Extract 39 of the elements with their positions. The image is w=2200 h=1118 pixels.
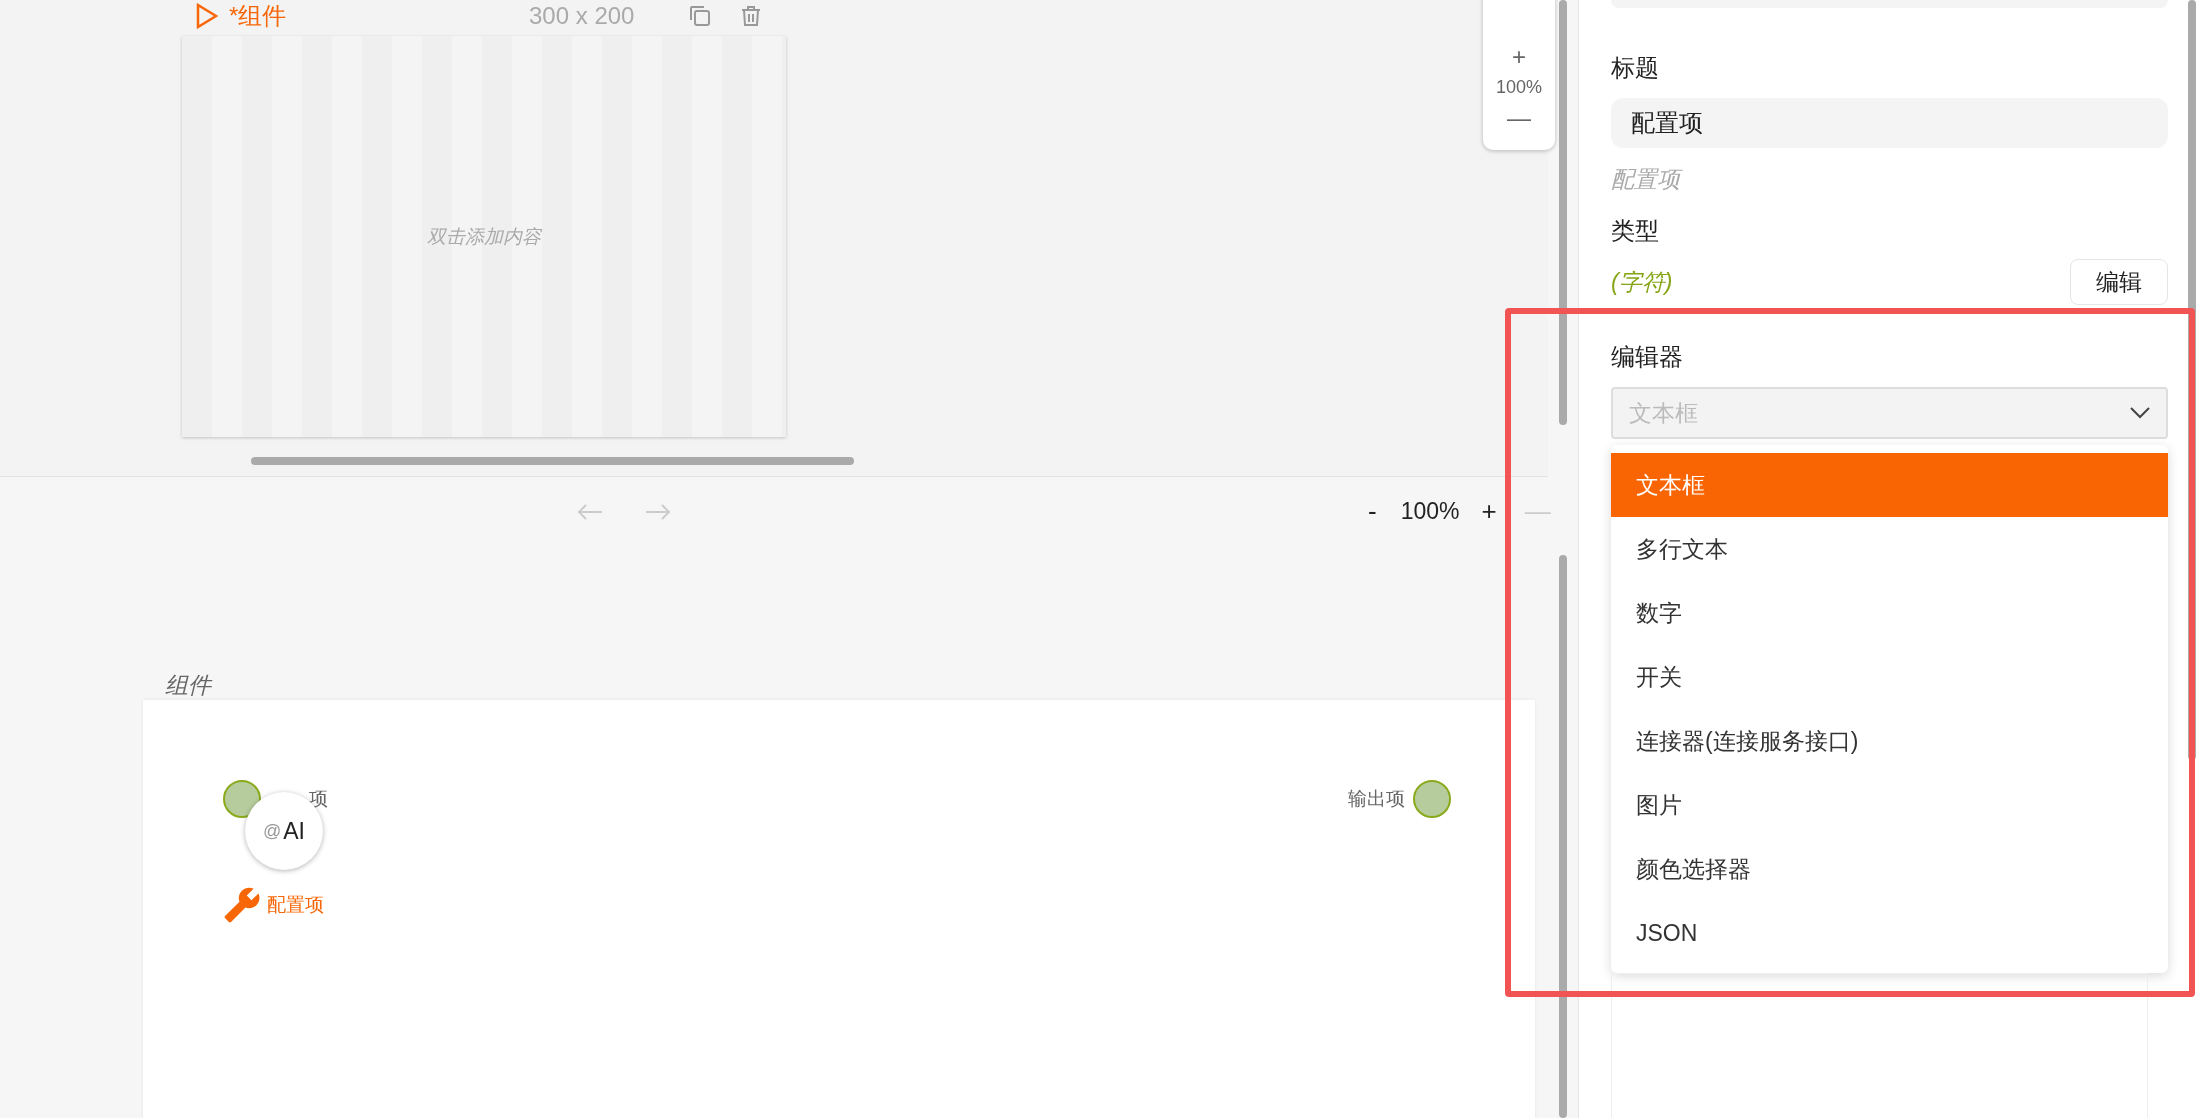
dropdown-option[interactable]: 颜色选择器 — [1611, 837, 2168, 901]
ai-label: AI — [283, 817, 305, 845]
zoom-level: 100% — [1495, 77, 1542, 98]
play-icon[interactable] — [195, 3, 219, 29]
dropdown-option[interactable]: 多行文本 — [1611, 517, 2168, 581]
trash-icon[interactable] — [741, 5, 761, 27]
size-label: 300 x 200 — [529, 2, 636, 30]
zoom-in-button[interactable]: + — [1481, 496, 1497, 527]
diagram-title: 组件 — [165, 671, 214, 700]
zoom-level: 100% — [1400, 498, 1460, 525]
forward-arrow-icon[interactable] — [645, 502, 671, 521]
back-arrow-icon[interactable] — [577, 502, 603, 521]
dropdown-option[interactable]: 数字 — [1611, 581, 2168, 645]
edit-button[interactable]: 编辑 — [2070, 259, 2168, 305]
chevron-icon — [2130, 407, 2150, 419]
output-label: 输出项 — [1348, 787, 1405, 811]
output-port[interactable] — [1413, 780, 1451, 818]
placeholder-text: 双击添加内容 — [427, 224, 541, 249]
vertical-scrollbar[interactable] — [1559, 555, 1567, 1118]
title-hint: 配置项 — [1611, 164, 2168, 195]
zoom-out-button[interactable]: - — [1368, 496, 1377, 527]
horizontal-scrollbar[interactable] — [251, 457, 854, 465]
at-sign: @ — [263, 820, 282, 842]
zoom-in-button[interactable]: + — [1512, 43, 1526, 71]
field-label: 标题 — [1611, 53, 1660, 83]
dropdown-option[interactable]: 连接器(连接服务接口) — [1611, 709, 2168, 773]
wrench-icon — [223, 886, 261, 924]
zoom-out-button[interactable]: — — [1507, 104, 1531, 132]
type-value: (字符) — [1611, 267, 1673, 297]
field-label: 编辑器 — [1611, 342, 1684, 372]
dropdown-option[interactable]: 图片 — [1611, 773, 2168, 837]
vertical-scrollbar[interactable] — [1559, 0, 1567, 425]
copy-icon[interactable] — [689, 5, 711, 27]
input-port[interactable] — [223, 780, 261, 818]
dropdown-option[interactable]: JSON — [1611, 901, 2168, 965]
title-field[interactable]: 配置项 — [1611, 98, 2168, 148]
component-title: *组件 — [229, 1, 288, 31]
dropdown-option[interactable]: 开关 — [1611, 645, 2168, 709]
field-label: 类型 — [1611, 216, 1660, 246]
